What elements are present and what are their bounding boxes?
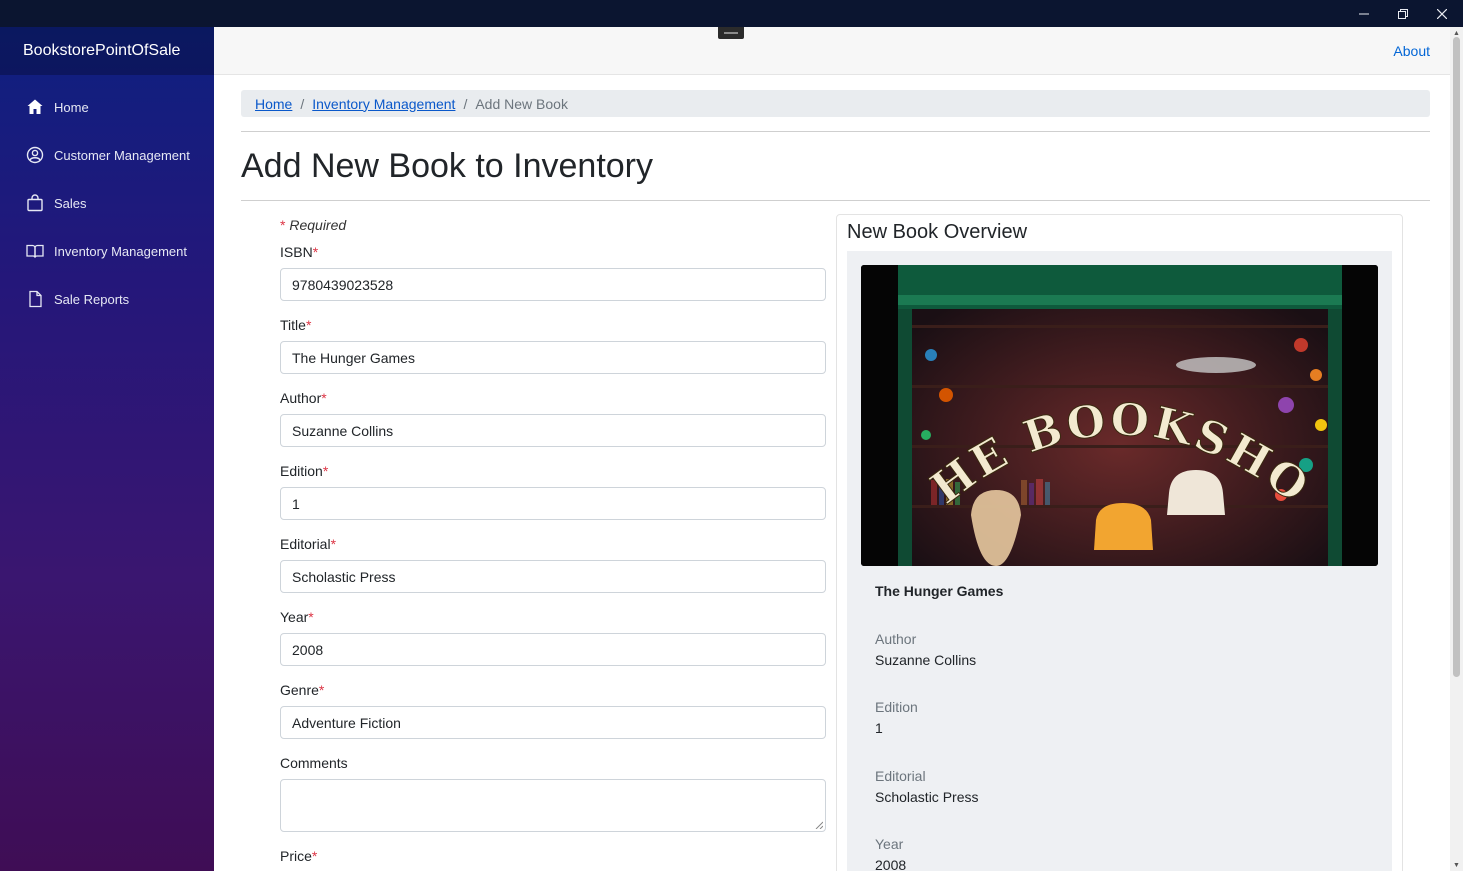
overview-editorial-label: Editorial — [875, 768, 926, 784]
price-label: Price* — [280, 848, 318, 864]
main-content: Home / Inventory Management / Add New Bo… — [241, 75, 1430, 871]
edition-input[interactable]: 1 — [280, 487, 826, 520]
year-field-group: Year* 2008 — [280, 609, 826, 666]
isbn-input[interactable]: 9780439023528 — [280, 268, 826, 301]
window-titlebar — [0, 0, 1463, 27]
document-icon — [26, 290, 44, 308]
author-label: Author* — [280, 390, 327, 406]
sidebar-item-label: Inventory Management — [54, 243, 187, 259]
sidebar-nav: Home Customer Management Sales Inventory… — [0, 75, 214, 323]
sidebar-item-label: Home — [54, 99, 89, 115]
isbn-field-group: ISBN* 9780439023528 — [280, 244, 826, 301]
overview-year: Year 2008 — [875, 836, 906, 871]
breadcrumb: Home / Inventory Management / Add New Bo… — [241, 90, 1430, 117]
overview-editorial-value: Scholastic Press — [875, 789, 979, 805]
year-input[interactable]: 2008 — [280, 633, 826, 666]
genre-label: Genre* — [280, 682, 325, 698]
minimize-icon[interactable] — [1344, 0, 1384, 27]
overview-author: Author Suzanne Collins — [875, 631, 976, 668]
isbn-label: ISBN* — [280, 244, 319, 260]
edition-label: Edition* — [280, 463, 329, 479]
required-note-text: Required — [289, 217, 347, 233]
sidebar-item-inventory-management[interactable]: Inventory Management — [0, 227, 214, 275]
divider — [241, 131, 1430, 132]
overview-edition-value: 1 — [875, 720, 883, 736]
breadcrumb-current: Add New Book — [475, 95, 568, 112]
vertical-scrollbar[interactable]: ▲ ▼ — [1450, 27, 1463, 871]
shopping-bag-icon — [26, 194, 44, 212]
edition-field-group: Edition* 1 — [280, 463, 826, 520]
overview-body: THE BOOKSHOP The Hunger Games Author Suz… — [847, 251, 1392, 871]
editorial-label: Editorial* — [280, 536, 337, 552]
sidebar-item-sales[interactable]: Sales — [0, 179, 214, 227]
overview-editorial: Editorial Scholastic Press — [875, 768, 978, 805]
top-bar: About — [214, 27, 1450, 75]
new-book-overview-card: New Book Overview HE BOOKSHO The Hunger … — [836, 214, 1403, 871]
scroll-down-icon[interactable]: ▼ — [1452, 861, 1461, 870]
required-note: * Required — [280, 217, 346, 233]
comments-textarea[interactable] — [280, 779, 826, 832]
price-field-group: Price* — [280, 848, 826, 864]
home-icon — [26, 98, 44, 116]
app-brand[interactable]: BookstorePointOfSale — [0, 27, 214, 75]
editorial-input[interactable]: Scholastic Press — [280, 560, 826, 593]
sidebar-item-sale-reports[interactable]: Sale Reports — [0, 275, 214, 323]
genre-field-group: Genre* Adventure Fiction — [280, 682, 826, 739]
sidebar-item-home[interactable]: Home — [0, 83, 214, 131]
overview-book-title: The Hunger Games — [875, 583, 1004, 599]
about-link[interactable]: About — [1393, 43, 1430, 59]
overview-year-value: 2008 — [875, 857, 907, 871]
sidebar-item-label: Customer Management — [54, 147, 190, 163]
breadcrumb-separator: / — [463, 95, 468, 112]
book-cover-image: THE BOOKSHOP — [861, 265, 1378, 566]
required-star: * — [280, 217, 286, 233]
author-field-group: Author* Suzanne Collins — [280, 390, 826, 447]
close-icon[interactable] — [1422, 0, 1462, 27]
user-circle-icon — [26, 146, 44, 164]
book-open-icon — [26, 242, 44, 260]
overview-author-value: Suzanne Collins — [875, 652, 977, 668]
author-input[interactable]: Suzanne Collins — [280, 414, 826, 447]
overview-heading: New Book Overview — [847, 221, 1028, 243]
sidebar: BookstorePointOfSale Home Customer Manag… — [0, 27, 214, 871]
genre-input[interactable]: Adventure Fiction — [280, 706, 826, 739]
overview-year-label: Year — [875, 836, 904, 852]
title-input[interactable]: The Hunger Games — [280, 341, 826, 374]
breadcrumb-inventory-link[interactable]: Inventory Management — [312, 96, 455, 112]
overview-edition-label: Edition — [875, 699, 918, 715]
editorial-field-group: Editorial* Scholastic Press — [280, 536, 826, 593]
sidebar-item-customer-management[interactable]: Customer Management — [0, 131, 214, 179]
comments-label: Comments — [280, 755, 348, 771]
drag-handle[interactable] — [718, 27, 744, 39]
title-label: Title* — [280, 317, 312, 333]
title-field-group: Title* The Hunger Games — [280, 317, 826, 374]
sidebar-item-label: Sale Reports — [54, 291, 130, 307]
sidebar-item-label: Sales — [54, 195, 87, 211]
overview-author-label: Author — [875, 631, 917, 647]
overview-edition: Edition 1 — [875, 699, 918, 736]
comments-field-group: Comments — [280, 755, 826, 832]
divider — [241, 200, 1430, 201]
breadcrumb-home-link[interactable]: Home — [255, 96, 292, 112]
breadcrumb-separator: / — [300, 95, 305, 112]
page-title: Add New Book to Inventory — [241, 147, 654, 185]
year-label: Year* — [280, 609, 314, 625]
restore-icon[interactable] — [1383, 0, 1423, 27]
scrollbar-thumb[interactable] — [1453, 37, 1460, 677]
resize-handle-icon[interactable] — [815, 821, 823, 829]
